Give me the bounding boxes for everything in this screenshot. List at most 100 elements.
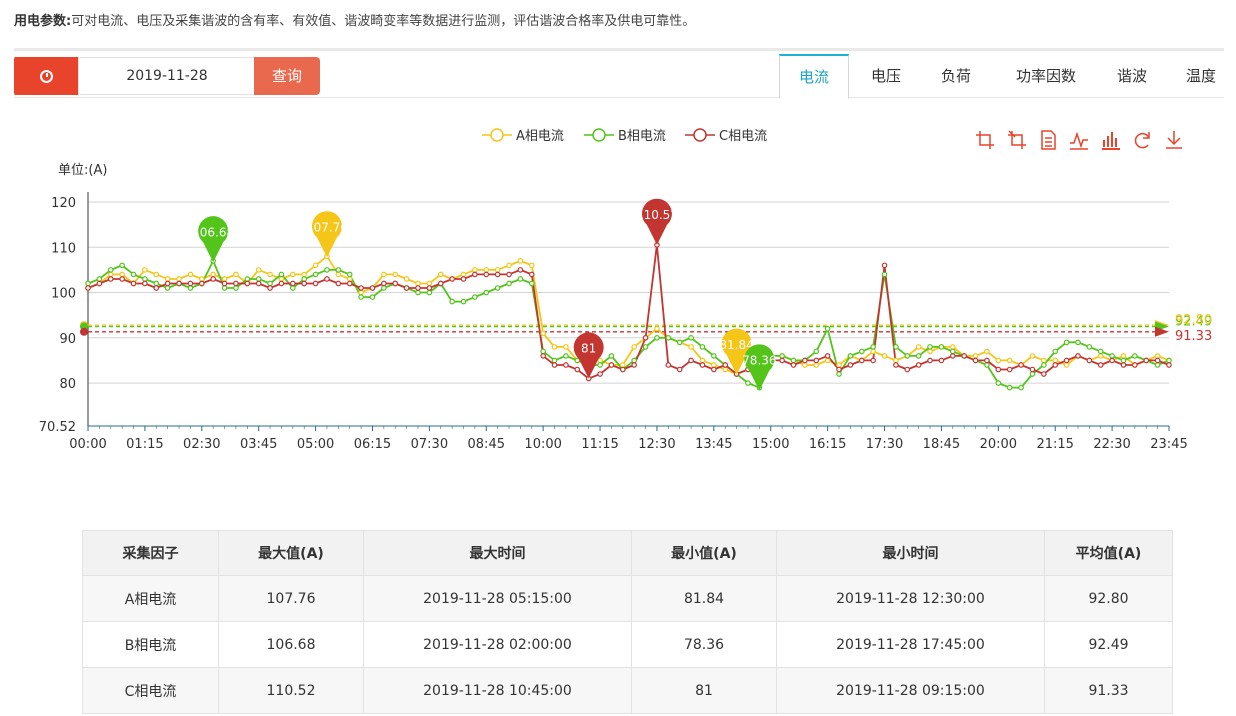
x-tick-label: 20:00 [980,437,1017,452]
series-point [824,357,831,364]
series-point [949,348,956,355]
x-tick-label: 10:00 [524,437,561,452]
x-tick-label: 02:30 [183,437,220,452]
series-point [426,289,433,296]
series-point [1086,344,1093,350]
series-point [517,276,524,282]
series-point [1006,357,1013,364]
series-point [608,353,615,359]
series-point [790,362,797,368]
series-point [335,267,342,273]
series-point [1063,339,1070,346]
series-point [290,271,296,278]
series-point [870,348,876,355]
series-point [790,357,797,364]
series-point [528,280,535,287]
series-point [1006,366,1013,373]
series-point [164,280,171,287]
series-point [551,344,558,350]
series-point [335,280,342,287]
tab-load[interactable]: 负荷 [927,54,985,98]
series-point [904,353,911,359]
x-tick-label: 15:00 [752,437,789,452]
average-label: 92.80 [1175,313,1212,328]
x-tick-label: 21:15 [1036,437,1073,452]
series-point [1109,357,1115,364]
series-point [972,357,979,364]
series-point [836,362,842,368]
series-point [415,289,421,296]
series-point [1166,357,1172,364]
date-input[interactable]: 2019-11-28 [78,57,256,95]
series-point [119,271,125,278]
series-point [608,362,615,368]
pin-label: 110.52 [636,208,678,222]
series-point [221,276,228,282]
series-point [1041,371,1047,377]
tab-voltage[interactable]: 电压 [857,54,915,98]
series-point [540,353,546,359]
series-point [1120,362,1127,368]
series-point [563,353,569,359]
series-point [904,366,911,373]
average-label: 91.33 [1175,329,1212,344]
series-point [107,271,114,278]
series-point [483,289,490,296]
x-tick-label: 03:45 [240,437,277,452]
series-point [631,344,637,350]
series-point [506,280,512,287]
legend-label: C相电流 [719,129,767,144]
query-button[interactable]: 查询 [254,57,320,95]
series-point [472,267,478,273]
series-point [107,276,114,282]
series-point [301,276,308,282]
series-point [460,276,467,282]
series-point [995,357,1002,364]
y-tick-label: 110 [51,241,76,256]
tab-current[interactable]: 电流 [779,54,849,99]
legend-label: B相电流 [618,129,666,144]
series-point [403,285,410,291]
intro-text: 用电参数:可对电流、电压及采集谐波的含有率、有效值、谐波畸变率等数据进行监测，评… [14,10,695,29]
series-point [1132,353,1138,359]
series-point [1097,362,1104,368]
series-point [1120,353,1127,359]
clock-button[interactable] [14,57,78,95]
series-point [984,348,990,355]
x-tick-label: 16:15 [809,437,846,452]
series-point [676,366,683,373]
tab-harmonic[interactable]: 谐波 [1103,54,1161,98]
series-point [528,262,535,269]
series-point [722,366,729,373]
series-point [187,271,194,278]
series-point [1029,353,1036,359]
series-point [233,280,239,287]
series-point [244,276,251,282]
series-point [369,294,376,300]
tab-temperature[interactable]: 温度 [1177,54,1225,98]
legend-marker [693,128,707,142]
series-point [255,276,262,282]
series-point [699,357,706,364]
series-point [255,280,262,287]
table-row: C相电流 110.52 2019-11-28 10:45:00 81 2019-… [82,667,1173,714]
series-point [995,380,1002,386]
tab-power-factor[interactable]: 功率因数 [1001,54,1091,98]
series-point [107,267,114,273]
pin-label: 81 [581,342,596,356]
x-tick-label: 00:00 [69,437,106,452]
series-point [1120,357,1127,364]
series-point [494,271,501,278]
series-point [665,335,672,341]
series-point [358,289,364,296]
table-row: B相电流 106.68 2019-11-28 02:00:00 78.36 20… [82,621,1173,668]
series-point [426,285,433,291]
series-point [1029,371,1036,377]
series-point [1154,357,1161,364]
series-point [1041,362,1047,368]
series-point [927,357,933,364]
cell-avg-value: 91.33 [1044,667,1173,714]
series-point [802,362,808,368]
series-point [494,285,501,291]
cell-factor: B相电流 [82,621,219,668]
